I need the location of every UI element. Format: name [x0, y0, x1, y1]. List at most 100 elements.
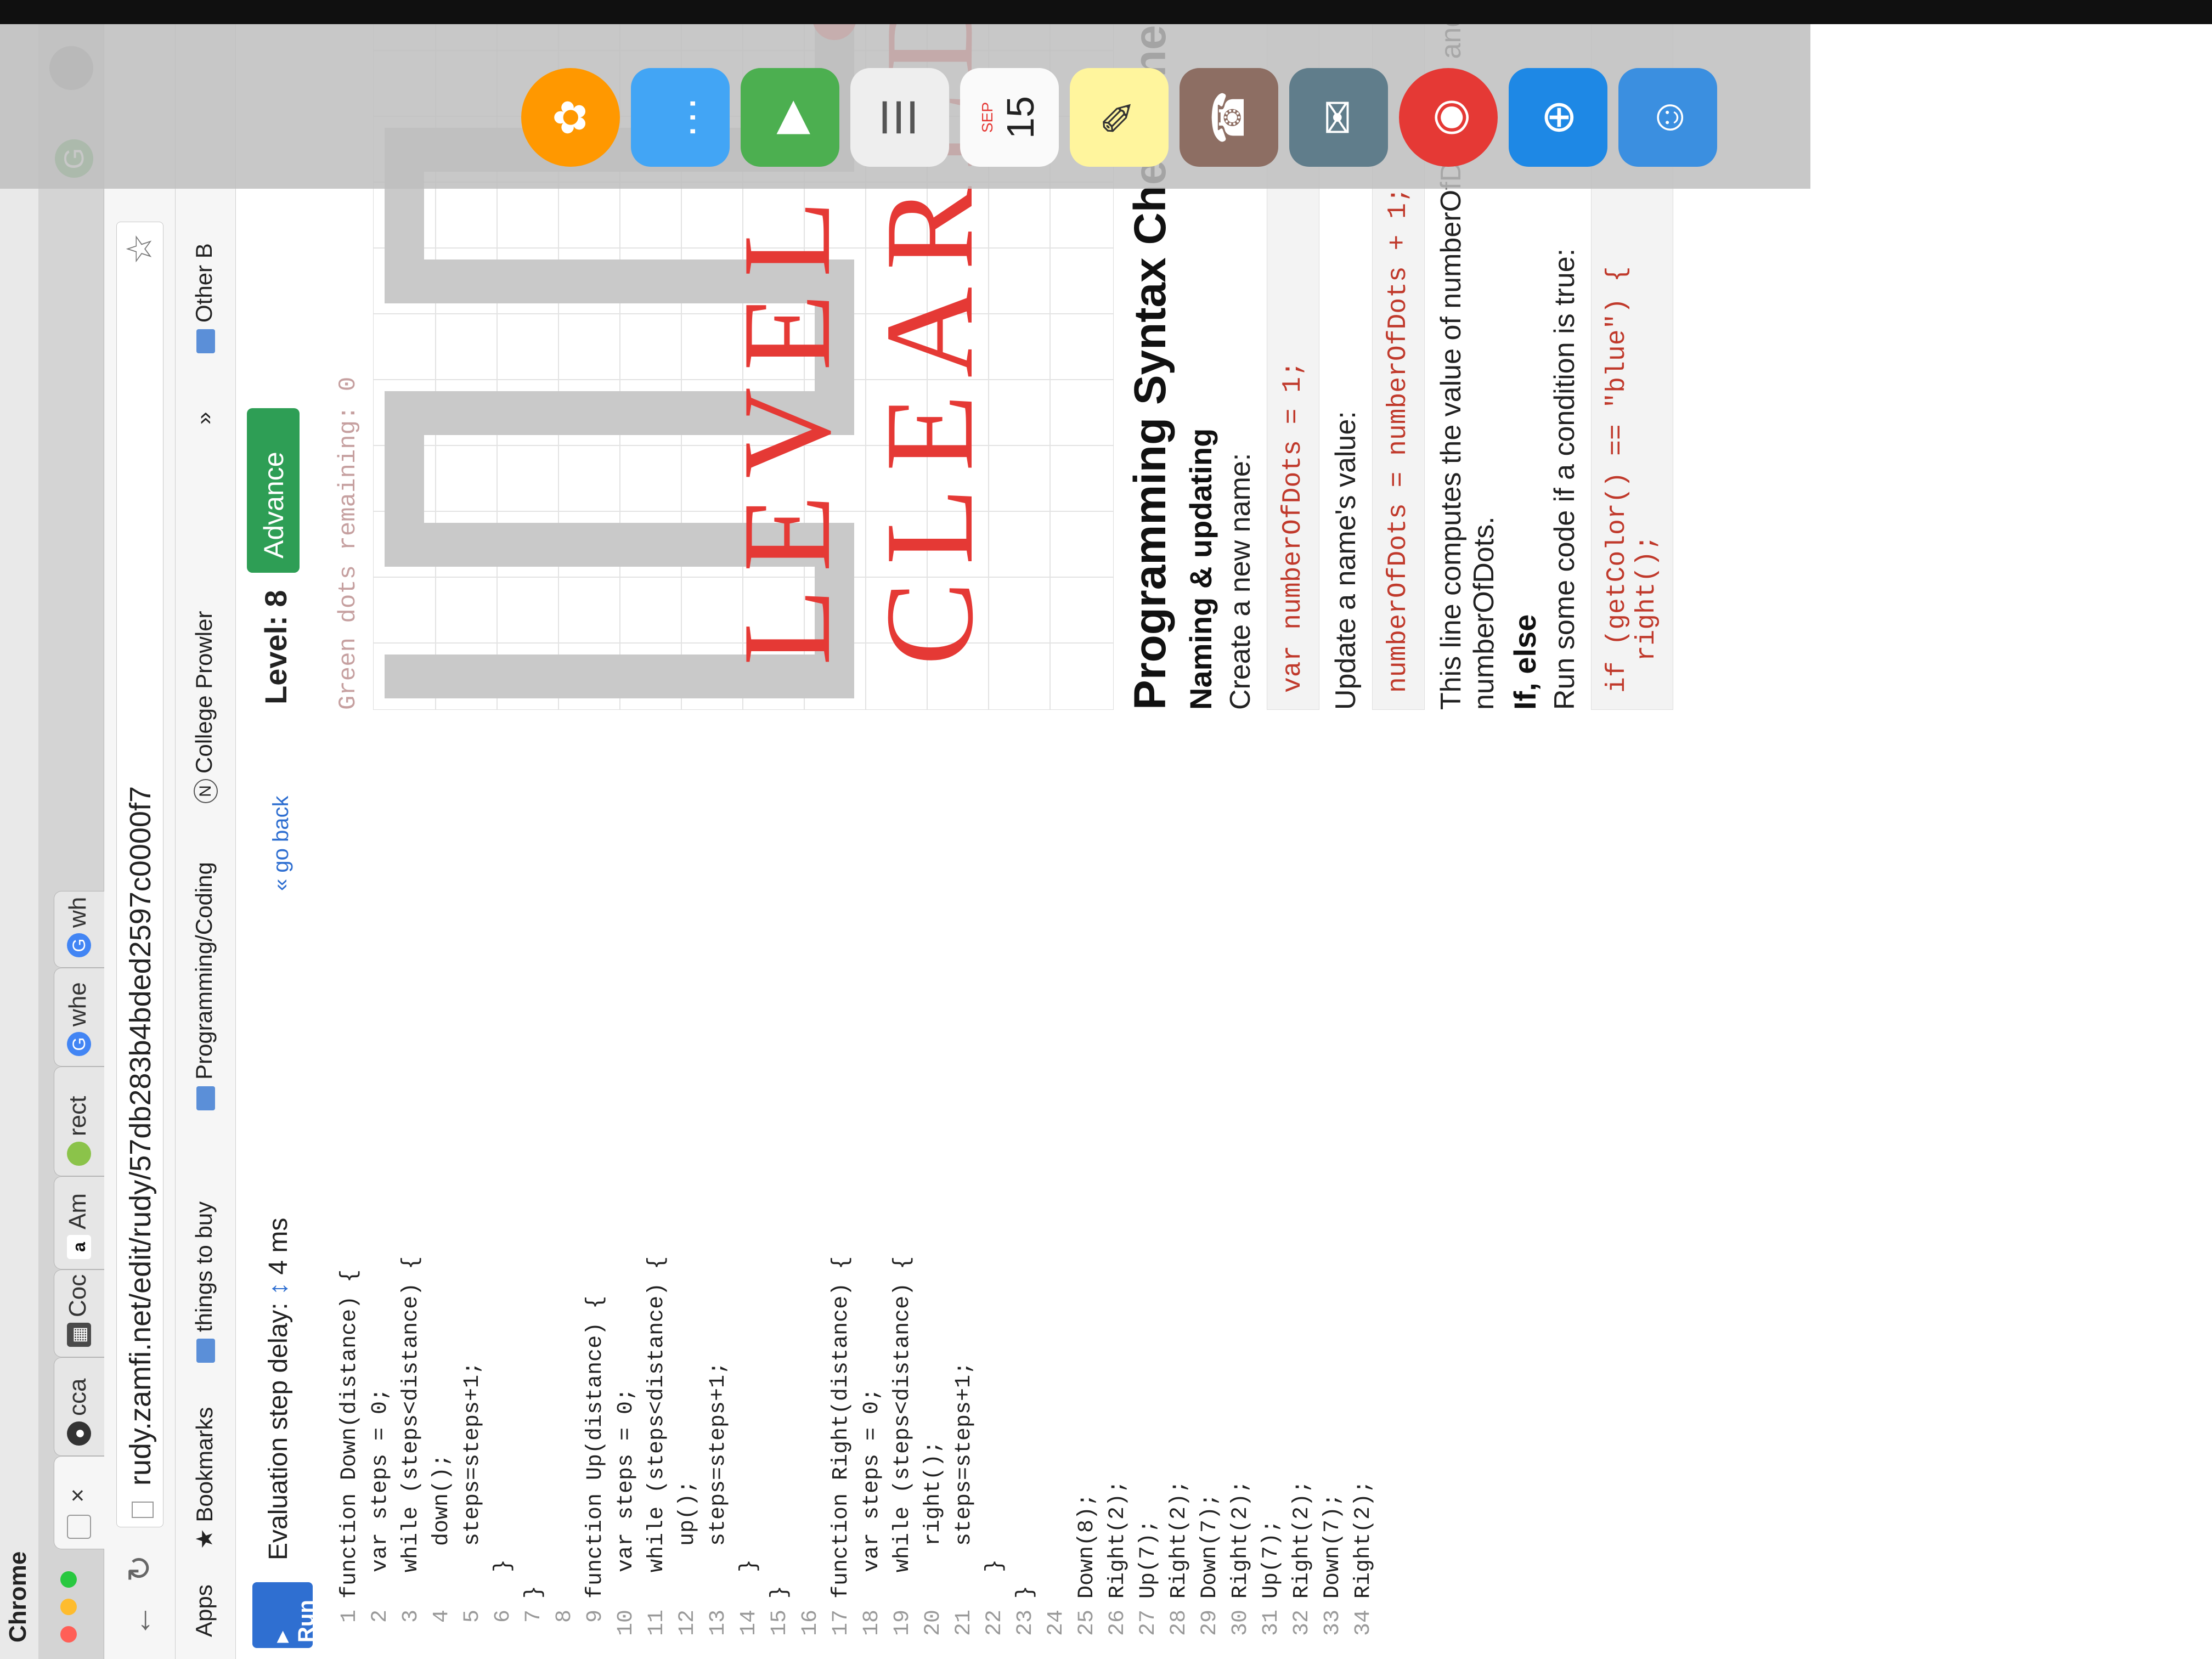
code-line: steps=steps+1;: [706, 1361, 731, 1599]
tab-close-icon[interactable]: ×: [64, 1488, 91, 1503]
safari-icon[interactable]: ⊕: [1509, 68, 1607, 167]
code-line: var steps = 0;: [614, 1387, 639, 1599]
bookmark-programming[interactable]: Programming/Coding: [191, 862, 217, 1110]
tab-strip: × ● cca ▦ Coc a Am rect Gwhe Gwh G: [38, 24, 104, 1659]
code-line: function Right(distance) {: [829, 1256, 854, 1599]
advance-button[interactable]: Advance →: [247, 408, 321, 573]
star-icon: ★: [191, 1522, 217, 1549]
line-number: 1: [337, 1610, 362, 1623]
bookmark-star-icon[interactable]: ☆: [119, 233, 160, 264]
dots-remaining-status: Green dots remaining: 0: [335, 376, 362, 710]
code-line: right();: [921, 1440, 946, 1599]
code-line: Up(7);: [1136, 1519, 1161, 1599]
mail-icon[interactable]: ✉: [1289, 68, 1388, 167]
code-line: down();: [430, 1453, 454, 1599]
chrome-icon[interactable]: ◉: [1399, 68, 1498, 167]
zoom-window-icon[interactable]: [60, 1571, 77, 1588]
amazon-icon: a: [67, 1235, 92, 1259]
bookmark-label: things to buy: [191, 1201, 217, 1332]
code-line: }: [737, 1559, 761, 1599]
code-line: var steps = 0;: [368, 1387, 393, 1599]
line-number: 8: [552, 1610, 577, 1623]
photo-stage: Chrome × ● cca ▦ Coc a Am rect Gwhe Gwh G: [0, 0, 2212, 1659]
line-number: 27: [1136, 1610, 1161, 1637]
facetime-icon[interactable]: ▶: [741, 68, 839, 167]
prowler-icon: N: [193, 779, 218, 803]
tab-cca[interactable]: ● cca: [54, 1357, 104, 1456]
code-editor[interactable]: 1 2 3 4 5 6 7 8 9 10 11 12 13 14 15 16 17 18 19 20 21 22 23 24 2…: [335, 715, 1980, 1648]
minimize-window-icon[interactable]: [60, 1599, 77, 1615]
back-arrow-icon[interactable]: ←: [121, 1604, 159, 1637]
tab-amazon[interactable]: a Am: [54, 1176, 104, 1269]
code-line: }: [491, 1559, 516, 1599]
line-number: 12: [675, 1610, 700, 1637]
run-button[interactable]: ▸ Run: [252, 1582, 318, 1648]
calendar-day: 15: [999, 96, 1042, 139]
line-number: 19: [890, 1610, 915, 1637]
line-number: 5: [460, 1610, 485, 1623]
google-icon: G: [67, 1032, 92, 1056]
bookmark-prowler[interactable]: N College Prowler: [191, 611, 218, 803]
tab-google-wh[interactable]: Gwh: [54, 891, 104, 968]
tab-label: cca: [64, 1378, 91, 1416]
line-numbers: 1 2 3 4 5 6 7 8 9 10 11 12 13 14 15 16 17 18 19 20 21 22 23 24 2…: [335, 1610, 1379, 1648]
line-number: 25: [1075, 1610, 1099, 1637]
tab-label: whe: [64, 982, 91, 1026]
line-number: 17: [829, 1610, 854, 1637]
close-window-icon[interactable]: [60, 1626, 77, 1643]
code-line: Up(7);: [1259, 1519, 1284, 1599]
folder-icon: [196, 1086, 215, 1110]
code-line: Right(2);: [1105, 1480, 1130, 1599]
browser-toolbar: ← ↻ rudy.zamfi.net/edit/rudy/57db283b4bd…: [104, 24, 176, 1659]
code-line: Right(2);: [1228, 1480, 1253, 1599]
app-menu-name[interactable]: Chrome: [4, 1551, 31, 1643]
delay-label: Evaluation step delay:: [264, 1302, 293, 1560]
line-number: 24: [1044, 1610, 1069, 1637]
line-number: 10: [614, 1610, 639, 1637]
bookmark-label: Programming/Coding: [191, 862, 217, 1080]
address-bar[interactable]: rudy.zamfi.net/edit/rudy/57db283b4bded25…: [116, 222, 163, 1527]
photos-icon[interactable]: ✿: [521, 68, 620, 167]
line-number: 34: [1351, 1610, 1376, 1637]
reload-icon[interactable]: ↻: [121, 1555, 159, 1582]
reminders-icon[interactable]: ☰: [850, 68, 949, 167]
tab-coc[interactable]: ▦ Coc: [54, 1269, 104, 1357]
code-line: function Up(distance) {: [583, 1295, 608, 1599]
mac-menubar: Chrome: [0, 24, 38, 1659]
code-line: while (steps<distance) {: [399, 1256, 424, 1599]
code-line: Down(7);: [1321, 1493, 1345, 1599]
finder-icon[interactable]: ☺: [1618, 68, 1717, 167]
tab-label: rect: [64, 1096, 91, 1136]
go-back-link[interactable]: « go back: [269, 796, 294, 891]
code-line: function Down(distance) {: [337, 1269, 362, 1599]
line-number: 9: [583, 1610, 608, 1623]
line-number: 15: [768, 1610, 792, 1637]
tab-label: Am: [64, 1193, 91, 1229]
bookmark-things[interactable]: things to buy: [191, 1201, 217, 1363]
tab-rect[interactable]: rect: [54, 1066, 104, 1176]
code-line: Right(2);: [1351, 1480, 1376, 1599]
code-lines: function Down(distance) { var steps = 0;…: [335, 1256, 1379, 1599]
bookmark-other[interactable]: Other B: [191, 243, 217, 353]
grid-icon: ▦: [67, 1323, 92, 1347]
mac-dock: ☺ ⊕ ◉ ✉ ☎ ✎ SEP 15 ☰ ▶ … ✿: [0, 24, 1810, 189]
code-line: Down(8);: [1075, 1493, 1099, 1599]
contacts-icon[interactable]: ☎: [1180, 68, 1278, 167]
delay-stepper-icon[interactable]: ↕: [264, 1275, 293, 1295]
bookmark-apps[interactable]: Apps: [191, 1584, 217, 1637]
bookmark-bookmarks[interactable]: ★ Bookmarks: [191, 1407, 218, 1549]
line-number: 23: [1013, 1610, 1038, 1637]
messages-icon[interactable]: …: [631, 68, 730, 167]
tab-google-whe[interactable]: Gwhe: [54, 968, 104, 1066]
line-number: 2: [368, 1610, 393, 1623]
calendar-icon[interactable]: SEP 15: [960, 68, 1059, 167]
line-number: 3: [399, 1610, 424, 1623]
code-line: Down(7);: [1198, 1493, 1222, 1599]
line-number: 20: [921, 1610, 946, 1637]
tab-current[interactable]: ×: [54, 1456, 104, 1549]
bookmarks-overflow[interactable]: »: [191, 412, 217, 425]
notes-icon[interactable]: ✎: [1070, 68, 1169, 167]
code-line: }: [1013, 1585, 1038, 1599]
